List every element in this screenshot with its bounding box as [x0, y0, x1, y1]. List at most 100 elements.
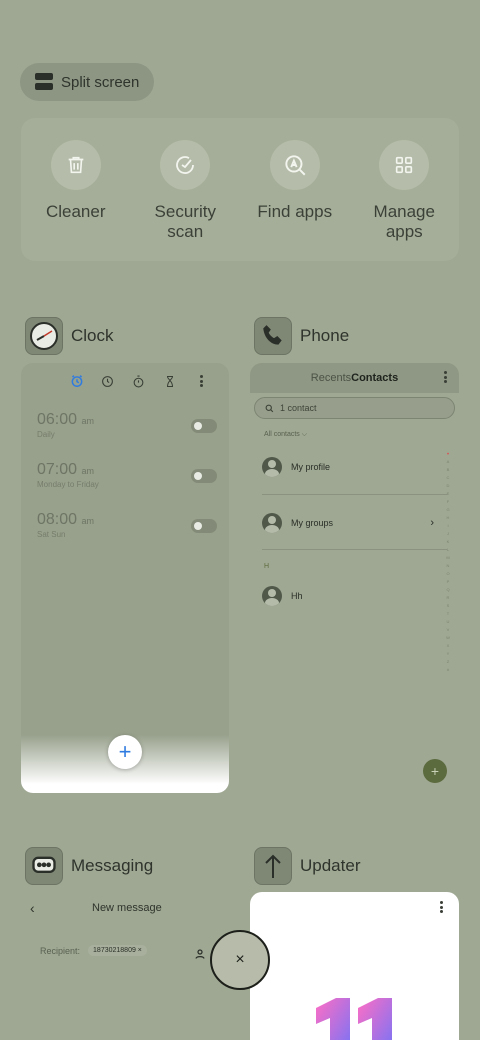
alarm-time: 06:00: [37, 411, 78, 428]
contacts-filter[interactable]: All contacts ⌵: [264, 431, 459, 439]
updater-app-card[interactable]: [250, 892, 459, 1040]
index-letter[interactable]: P: [447, 579, 450, 584]
more-options-icon[interactable]: [440, 901, 443, 913]
alarm-toggle[interactable]: [191, 419, 217, 433]
alarm-item[interactable]: 07:00 am Monday to Friday: [37, 461, 217, 501]
stopwatch-tab-icon[interactable]: [132, 374, 146, 388]
alarm-time: 08:00: [37, 511, 78, 528]
recipient-chip[interactable]: 18730218809 ×: [88, 945, 147, 956]
alarm-time: 07:00: [37, 461, 78, 478]
index-letter[interactable]: L: [447, 547, 449, 552]
avatar: [262, 457, 282, 477]
tab-recents[interactable]: Recents: [311, 372, 351, 384]
more-options-icon[interactable]: [444, 371, 447, 383]
index-letter[interactable]: #: [447, 667, 449, 672]
timer-tab-icon[interactable]: [163, 374, 177, 388]
section-header: H: [264, 563, 270, 570]
contact-name: My groups: [291, 518, 334, 528]
back-arrow-icon[interactable]: ‹: [30, 900, 60, 916]
recipient-value: 18730218809: [93, 947, 136, 954]
recipient-field[interactable]: Recipient: 18730218809 ×: [40, 945, 147, 956]
phone-app-header[interactable]: Phone: [254, 317, 349, 355]
index-letter[interactable]: S: [447, 603, 450, 608]
index-letter[interactable]: K: [447, 539, 450, 544]
contact-hh[interactable]: Hh: [262, 586, 303, 606]
divider: [262, 549, 447, 550]
search-apps-icon: [269, 140, 320, 190]
index-letter[interactable]: Z: [447, 659, 449, 664]
security-scan-button[interactable]: Security scan: [135, 140, 235, 261]
contact-name: My profile: [291, 462, 331, 472]
updater-app-icon: [254, 847, 292, 885]
trash-icon: [50, 140, 101, 190]
contact-search-input[interactable]: 1 contact: [254, 397, 455, 419]
index-letter[interactable]: U: [447, 619, 450, 624]
manage-apps-button[interactable]: Manage apps: [354, 140, 454, 261]
updater-app-header[interactable]: Updater: [254, 847, 360, 885]
add-alarm-button[interactable]: +: [108, 735, 142, 769]
alarm-ampm: am: [81, 466, 95, 476]
index-letter[interactable]: N: [447, 563, 450, 568]
grid-icon: [379, 140, 430, 190]
alarm-item[interactable]: 06:00 am Daily: [37, 411, 217, 451]
chevron-down-icon: ⌵: [301, 431, 308, 438]
cleaner-button[interactable]: Cleaner: [26, 140, 126, 261]
index-letter[interactable]: I: [447, 523, 448, 528]
index-letter[interactable]: V: [447, 627, 450, 632]
find-apps-button[interactable]: Find apps: [245, 140, 345, 261]
alphabet-index[interactable]: ♥ A B C D E F G H I J K L M N O P Q R S T U V W X Y Z #: [445, 451, 451, 672]
alarm-item[interactable]: 08:00 am Sat Sun: [37, 511, 217, 551]
index-letter[interactable]: Q: [446, 587, 449, 592]
alarm-repeat: Sat Sun: [37, 530, 66, 539]
version-logo-icon: [316, 998, 392, 1040]
phone-app-card[interactable]: Recents Contacts 1 contact All contacts ⌵…: [250, 363, 459, 793]
world-clock-tab-icon[interactable]: [101, 374, 115, 388]
index-letter[interactable]: E: [447, 491, 450, 496]
messaging-app-name: Messaging: [71, 856, 154, 875]
index-letter[interactable]: O: [446, 571, 449, 576]
index-letter[interactable]: Y: [447, 651, 450, 656]
index-letter[interactable]: H: [447, 515, 450, 520]
contact-picker-icon[interactable]: [194, 947, 206, 965]
index-letter[interactable]: J: [447, 531, 449, 536]
alarm-tab-icon[interactable]: [70, 374, 84, 388]
alarm-toggle[interactable]: [191, 519, 217, 533]
updater-app-name: Updater: [300, 856, 361, 875]
divider: [262, 494, 447, 495]
security-scan-label: Security scan: [154, 202, 216, 241]
search-icon: [265, 404, 274, 412]
avatar: [262, 586, 282, 606]
index-letter[interactable]: W: [446, 635, 450, 640]
clock-app-card[interactable]: 06:00 am Daily 07:00 am Monday to Friday…: [21, 363, 229, 793]
contacts-filter-label: All contacts: [264, 431, 300, 438]
more-options-icon[interactable]: [194, 374, 208, 388]
clock-app-header[interactable]: Clock: [25, 317, 114, 355]
alarm-toggle[interactable]: [191, 469, 217, 483]
phone-app-icon: [254, 317, 292, 355]
index-letter[interactable]: B: [447, 467, 450, 472]
messaging-app-header[interactable]: Messaging: [25, 847, 153, 885]
alarm-ampm: am: [81, 516, 95, 526]
messaging-title: New message: [92, 902, 162, 914]
contact-my-groups[interactable]: My groups ›: [262, 513, 434, 533]
add-contact-button[interactable]: +: [423, 759, 447, 783]
contact-my-profile[interactable]: My profile: [262, 457, 330, 477]
index-letter[interactable]: G: [446, 507, 449, 512]
index-letter[interactable]: T: [447, 611, 449, 616]
alarm-repeat: Daily: [37, 430, 55, 439]
index-letter[interactable]: R: [447, 595, 450, 600]
messaging-title-bar: ‹ New message: [30, 897, 210, 919]
index-letter[interactable]: F: [447, 499, 449, 504]
index-letter[interactable]: C: [447, 475, 450, 480]
split-screen-button[interactable]: Split screen: [20, 63, 154, 101]
index-letter[interactable]: ♥: [447, 451, 449, 456]
index-letter[interactable]: A: [447, 459, 450, 464]
index-letter[interactable]: D: [447, 483, 450, 488]
close-all-button[interactable]: ×: [210, 930, 270, 990]
alarm-ampm: am: [81, 416, 95, 426]
split-screen-label: Split screen: [61, 73, 140, 91]
tab-contacts[interactable]: Contacts: [351, 372, 398, 384]
index-letter[interactable]: X: [447, 643, 450, 648]
index-letter[interactable]: M: [446, 555, 449, 560]
alarm-repeat: Monday to Friday: [37, 480, 99, 489]
